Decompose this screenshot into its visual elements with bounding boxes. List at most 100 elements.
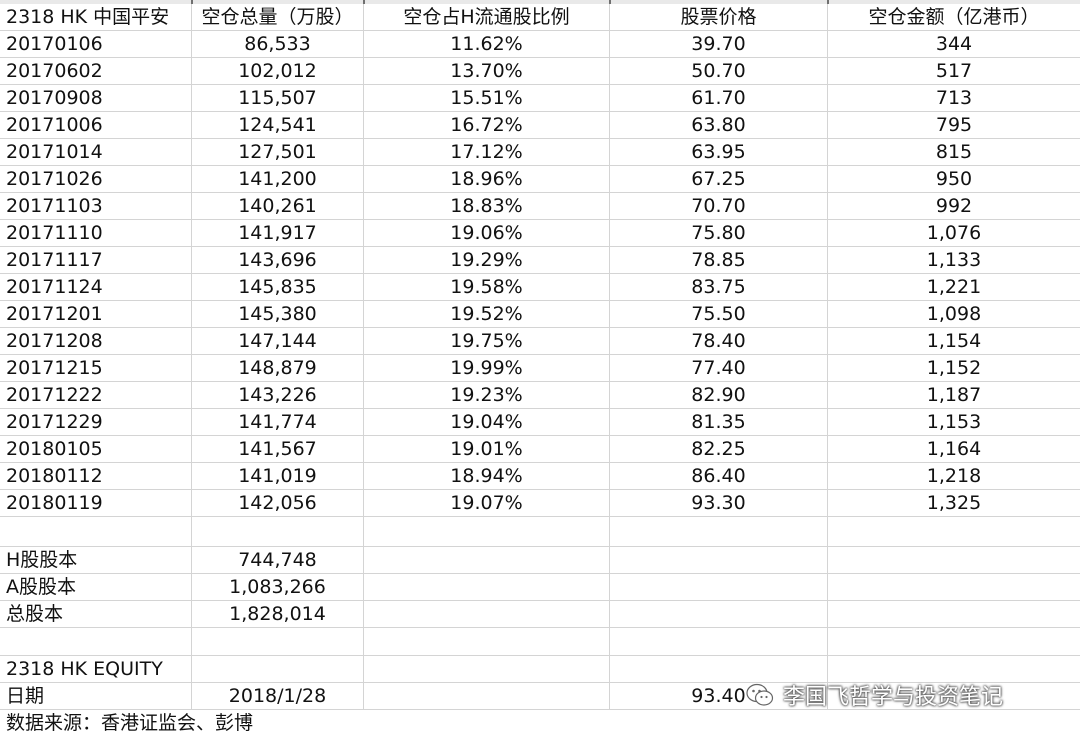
short-ratio-cell[interactable]: 19.23% (364, 382, 610, 408)
short-volume-cell[interactable]: 102,012 (192, 58, 364, 84)
price-cell[interactable]: 50.70 (610, 58, 828, 84)
price-cell[interactable]: 93.30 (610, 490, 828, 516)
header-cell-short-volume[interactable]: 空仓总量（万股） (192, 4, 364, 30)
date-label[interactable]: 日期 (0, 683, 192, 709)
h-share-label[interactable]: H股股本 (0, 547, 192, 573)
date-cell[interactable]: 20171014 (0, 139, 192, 165)
short-ratio-cell[interactable]: 15.51% (364, 85, 610, 111)
short-ratio-cell[interactable]: 19.04% (364, 409, 610, 435)
short-ratio-cell[interactable]: 19.07% (364, 490, 610, 516)
total-share-label[interactable]: 总股本 (0, 601, 192, 627)
date-value[interactable]: 2018/1/28 (192, 683, 364, 709)
empty-cell[interactable] (610, 547, 828, 573)
short-amount-cell[interactable]: 1,187 (828, 382, 1080, 408)
price-cell[interactable]: 75.80 (610, 220, 828, 246)
empty-cell[interactable] (192, 517, 364, 546)
empty-cell[interactable] (0, 628, 192, 655)
price-cell[interactable]: 86.40 (610, 463, 828, 489)
date-cell[interactable]: 20171215 (0, 355, 192, 381)
short-volume-cell[interactable]: 145,835 (192, 274, 364, 300)
header-cell-short-amount[interactable]: 空仓金额（亿港币） (828, 4, 1080, 30)
short-volume-cell[interactable]: 141,917 (192, 220, 364, 246)
empty-cell[interactable] (828, 628, 1080, 655)
a-share-label[interactable]: A股股本 (0, 574, 192, 600)
date-cell[interactable]: 20180112 (0, 463, 192, 489)
empty-cell[interactable] (828, 517, 1080, 546)
short-amount-cell[interactable]: 344 (828, 31, 1080, 57)
date-cell[interactable]: 20171006 (0, 112, 192, 138)
price-cell[interactable]: 70.70 (610, 193, 828, 219)
price-cell[interactable]: 63.95 (610, 139, 828, 165)
short-volume-cell[interactable]: 115,507 (192, 85, 364, 111)
h-share-value[interactable]: 744,748 (192, 547, 364, 573)
empty-cell[interactable] (364, 517, 610, 546)
short-volume-cell[interactable]: 142,056 (192, 490, 364, 516)
empty-cell[interactable] (364, 547, 610, 573)
short-amount-cell[interactable]: 517 (828, 58, 1080, 84)
date-cell[interactable]: 20171201 (0, 301, 192, 327)
date-cell[interactable]: 20180105 (0, 436, 192, 462)
short-volume-cell[interactable]: 86,533 (192, 31, 364, 57)
short-ratio-cell[interactable]: 11.62% (364, 31, 610, 57)
price-cell[interactable]: 77.40 (610, 355, 828, 381)
short-amount-cell[interactable]: 1,153 (828, 409, 1080, 435)
date-cell[interactable]: 20170602 (0, 58, 192, 84)
short-ratio-cell[interactable]: 19.58% (364, 274, 610, 300)
price-cell[interactable]: 82.90 (610, 382, 828, 408)
short-ratio-cell[interactable]: 13.70% (364, 58, 610, 84)
equity-title[interactable]: 2318 HK EQUITY (0, 656, 192, 682)
short-volume-cell[interactable]: 143,696 (192, 247, 364, 273)
short-amount-cell[interactable]: 1,154 (828, 328, 1080, 354)
empty-cell[interactable] (610, 574, 828, 600)
short-amount-cell[interactable]: 950 (828, 166, 1080, 192)
empty-cell[interactable] (364, 683, 610, 709)
price-cell[interactable]: 83.75 (610, 274, 828, 300)
short-volume-cell[interactable]: 141,200 (192, 166, 364, 192)
empty-cell[interactable] (610, 601, 828, 627)
empty-cell[interactable] (828, 601, 1080, 627)
empty-cell[interactable] (364, 656, 610, 682)
total-share-value[interactable]: 1,828,014 (192, 601, 364, 627)
short-ratio-cell[interactable]: 18.83% (364, 193, 610, 219)
data-source-note[interactable]: 数据来源：香港证监会、彭博 (0, 710, 400, 736)
short-ratio-cell[interactable]: 18.94% (364, 463, 610, 489)
short-ratio-cell[interactable]: 19.99% (364, 355, 610, 381)
date-cell[interactable]: 20171222 (0, 382, 192, 408)
short-volume-cell[interactable]: 140,261 (192, 193, 364, 219)
date-cell[interactable]: 20171026 (0, 166, 192, 192)
empty-cell[interactable] (610, 517, 828, 546)
short-ratio-cell[interactable]: 19.29% (364, 247, 610, 273)
price-cell[interactable]: 39.70 (610, 31, 828, 57)
price-cell[interactable]: 78.85 (610, 247, 828, 273)
date-cell[interactable]: 20171110 (0, 220, 192, 246)
empty-cell[interactable] (0, 517, 192, 546)
short-amount-cell[interactable]: 1,098 (828, 301, 1080, 327)
header-cell-short-ratio[interactable]: 空仓占H流通股比例 (364, 4, 610, 30)
header-cell-price[interactable]: 股票价格 (610, 4, 828, 30)
price-cell[interactable]: 75.50 (610, 301, 828, 327)
short-amount-cell[interactable]: 1,133 (828, 247, 1080, 273)
short-volume-cell[interactable]: 143,226 (192, 382, 364, 408)
short-amount-cell[interactable]: 1,164 (828, 436, 1080, 462)
price-cell[interactable]: 61.70 (610, 85, 828, 111)
short-volume-cell[interactable]: 141,774 (192, 409, 364, 435)
short-ratio-cell[interactable]: 19.01% (364, 436, 610, 462)
date-cell[interactable]: 20171117 (0, 247, 192, 273)
short-amount-cell[interactable]: 713 (828, 85, 1080, 111)
price-cell[interactable]: 63.80 (610, 112, 828, 138)
short-volume-cell[interactable]: 127,501 (192, 139, 364, 165)
short-ratio-cell[interactable]: 18.96% (364, 166, 610, 192)
empty-cell[interactable] (364, 574, 610, 600)
short-amount-cell[interactable]: 1,152 (828, 355, 1080, 381)
price-cell[interactable]: 67.25 (610, 166, 828, 192)
date-cell[interactable]: 20171124 (0, 274, 192, 300)
date-cell[interactable]: 20180119 (0, 490, 192, 516)
short-ratio-cell[interactable]: 16.72% (364, 112, 610, 138)
price-cell[interactable]: 81.35 (610, 409, 828, 435)
short-volume-cell[interactable]: 124,541 (192, 112, 364, 138)
date-cell[interactable]: 20170106 (0, 31, 192, 57)
short-amount-cell[interactable]: 1,221 (828, 274, 1080, 300)
empty-cell[interactable] (828, 574, 1080, 600)
short-amount-cell[interactable]: 815 (828, 139, 1080, 165)
empty-cell[interactable] (828, 547, 1080, 573)
